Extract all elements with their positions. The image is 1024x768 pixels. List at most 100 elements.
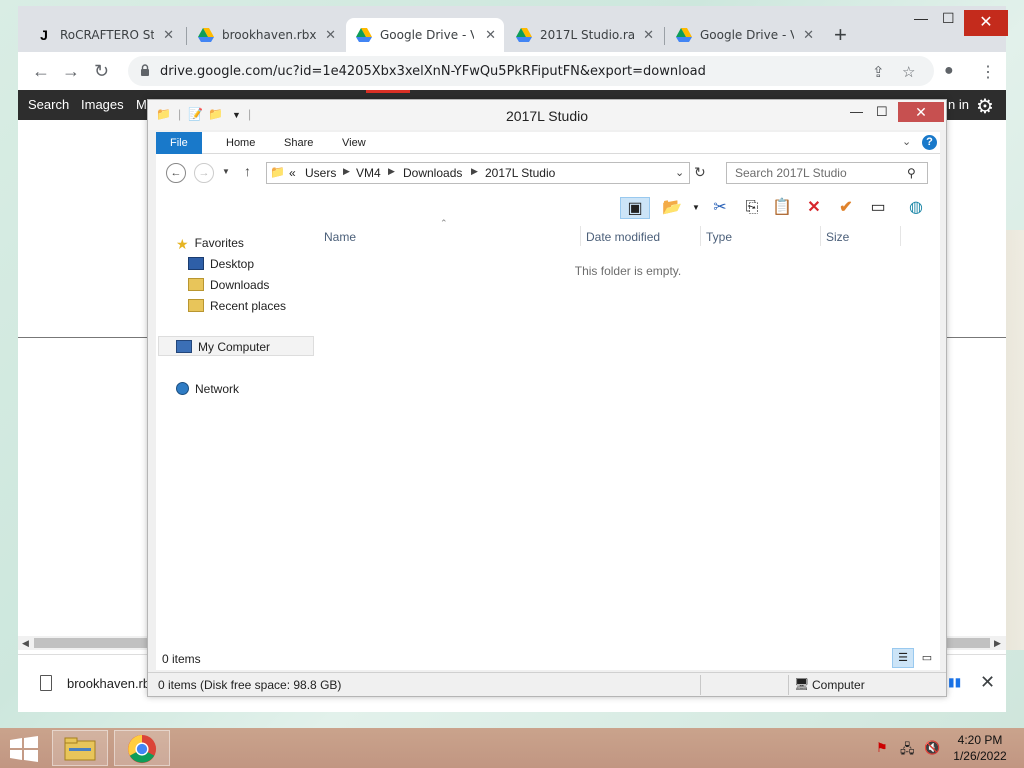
address-bar[interactable]: drive.google.com/uc?id=1e4205Xbx3xelXnN-… bbox=[128, 56, 934, 86]
column-divider[interactable] bbox=[700, 226, 701, 246]
breadcrumb-users[interactable]: Users bbox=[305, 166, 336, 180]
maximize-icon[interactable]: ☐ bbox=[942, 10, 955, 27]
preview-pane-icon[interactable]: ▣ bbox=[620, 197, 650, 219]
scroll-right-icon[interactable]: ▶ bbox=[994, 636, 1001, 650]
column-name[interactable]: Name bbox=[324, 230, 356, 244]
google-bar-images[interactable]: Images bbox=[81, 97, 124, 112]
google-bar-more[interactable]: M bbox=[136, 97, 147, 112]
desktop-icon bbox=[188, 257, 204, 270]
star-icon: ★ bbox=[176, 236, 189, 252]
breadcrumb-2017l-studio[interactable]: 2017L Studio bbox=[485, 166, 555, 180]
tab-brookhaven[interactable]: brookhaven.rbxlx ✕ bbox=[188, 18, 344, 52]
nav-favorites[interactable]: ★ Favorites bbox=[176, 236, 244, 252]
lock-icon bbox=[141, 64, 149, 76]
computer-icon bbox=[176, 340, 192, 353]
system-clock[interactable]: 4:20 PM 1/26/2022 bbox=[950, 732, 1010, 764]
file-explorer-icon bbox=[64, 737, 96, 761]
nav-desktop[interactable]: Desktop bbox=[188, 257, 254, 271]
tab-view[interactable]: View bbox=[328, 132, 380, 154]
breadcrumb-separator-icon[interactable]: ▶ bbox=[388, 166, 395, 177]
breadcrumb-separator-icon[interactable]: ▶ bbox=[343, 166, 350, 177]
tab-close-icon[interactable]: ✕ bbox=[163, 27, 174, 43]
volume-muted-icon[interactable]: 🔇 bbox=[924, 740, 940, 756]
globe-icon[interactable]: ◍ bbox=[904, 197, 928, 219]
nav-downloads[interactable]: Downloads bbox=[188, 278, 269, 292]
column-divider[interactable] bbox=[820, 226, 821, 246]
back-icon[interactable]: ← bbox=[166, 163, 186, 183]
breadcrumb-overflow[interactable]: « bbox=[289, 166, 296, 180]
tab-rocraftero[interactable]: J RoCRAFTERO Stu ✕ bbox=[26, 18, 182, 52]
menu-icon[interactable]: ⋮ bbox=[980, 62, 996, 82]
tab-close-icon[interactable]: ✕ bbox=[485, 27, 496, 43]
column-divider[interactable] bbox=[900, 226, 901, 246]
paste-icon[interactable]: 📋 bbox=[770, 197, 794, 219]
new-tab-button[interactable]: + bbox=[834, 24, 847, 46]
large-icons-view-icon[interactable]: ▭ bbox=[916, 648, 938, 668]
reload-icon[interactable]: ↻ bbox=[94, 62, 109, 80]
rename-icon[interactable]: ▭ bbox=[866, 197, 890, 219]
explorer-title-bar[interactable]: 📁 | 📝 📁 ▼ | 2017L Studio — ☐ ✕ bbox=[148, 100, 946, 130]
file-explorer-taskbar-button[interactable] bbox=[52, 730, 108, 766]
tab-title: brookhaven.rbxlx bbox=[222, 28, 316, 42]
breadcrumb-separator-icon[interactable]: ▶ bbox=[471, 166, 478, 177]
details-divider bbox=[700, 675, 701, 695]
windows-start-icon[interactable] bbox=[8, 736, 40, 762]
tab-home[interactable]: Home bbox=[212, 132, 269, 154]
tab-google-drive-active[interactable]: Google Drive - Vi ✕ bbox=[346, 18, 504, 52]
tab-close-icon[interactable]: ✕ bbox=[325, 27, 336, 43]
network-icon bbox=[176, 382, 189, 395]
tab-close-icon[interactable]: ✕ bbox=[643, 27, 654, 43]
nav-recent-places[interactable]: Recent places bbox=[188, 299, 286, 313]
cut-icon[interactable]: ✂ bbox=[708, 197, 732, 219]
search-icon[interactable]: ⚲ bbox=[907, 166, 916, 180]
help-icon[interactable]: ? bbox=[922, 135, 937, 150]
forward-icon[interactable]: → bbox=[62, 62, 80, 80]
chevron-down-icon[interactable]: ⌄ bbox=[675, 166, 684, 179]
tab-close-icon[interactable]: ✕ bbox=[803, 27, 814, 43]
chevron-down-icon[interactable]: ▼ bbox=[684, 197, 708, 219]
sign-in-link[interactable]: n in bbox=[948, 97, 969, 112]
checkmark-icon[interactable]: ✔ bbox=[834, 197, 858, 219]
search-input[interactable]: Search 2017L Studio ⚲ bbox=[726, 162, 928, 184]
delete-icon[interactable]: ✕ bbox=[802, 197, 826, 219]
copy-icon[interactable]: ⎘ bbox=[740, 197, 764, 219]
nav-label: Recent places bbox=[210, 299, 287, 313]
back-icon[interactable]: ← bbox=[32, 62, 50, 80]
window-close-button[interactable]: ✕ bbox=[964, 10, 1008, 36]
network-status-icon[interactable]: 🖧 bbox=[900, 740, 915, 762]
scroll-left-icon[interactable]: ◀ bbox=[22, 636, 29, 650]
recent-locations-icon[interactable]: ▼ bbox=[222, 167, 230, 176]
tab-google-drive[interactable]: Google Drive - Vi ✕ bbox=[666, 18, 822, 52]
refresh-icon[interactable]: ↻ bbox=[694, 164, 706, 181]
details-view-icon[interactable]: ☰ bbox=[892, 648, 914, 668]
close-icon[interactable]: ✕ bbox=[980, 672, 995, 693]
gear-icon[interactable]: ⚙ bbox=[976, 94, 994, 119]
minimize-icon[interactable]: — bbox=[850, 104, 863, 119]
tab-file[interactable]: File bbox=[156, 132, 202, 154]
column-date-modified[interactable]: Date modified bbox=[586, 230, 660, 244]
forward-icon[interactable]: → bbox=[194, 163, 214, 183]
nav-network[interactable]: Network bbox=[176, 382, 239, 396]
bookmark-star-icon[interactable]: ☆ bbox=[902, 63, 915, 81]
minimize-icon[interactable]: — bbox=[914, 10, 928, 26]
google-bar-search[interactable]: Search bbox=[28, 97, 69, 112]
column-type[interactable]: Type bbox=[706, 230, 732, 244]
profile-icon[interactable]: ● bbox=[944, 62, 954, 80]
breadcrumb-vm4[interactable]: VM4 bbox=[356, 166, 381, 180]
breadcrumb-downloads[interactable]: Downloads bbox=[403, 166, 462, 180]
folder-options-icon[interactable]: 📂 bbox=[660, 197, 684, 219]
expand-ribbon-icon[interactable]: ⌄ bbox=[902, 135, 911, 148]
maximize-icon[interactable]: ☐ bbox=[876, 104, 888, 120]
flag-alert-icon[interactable]: ⚑ bbox=[876, 740, 888, 756]
chrome-taskbar-button[interactable] bbox=[114, 730, 170, 766]
column-divider[interactable] bbox=[580, 226, 581, 246]
column-size[interactable]: Size bbox=[826, 230, 849, 244]
tab-2017l-studio-rar[interactable]: 2017L Studio.rar ✕ bbox=[506, 18, 662, 52]
download-filename[interactable]: brookhaven.rb bbox=[67, 676, 150, 691]
window-close-button[interactable]: ✕ bbox=[898, 102, 944, 122]
share-icon[interactable]: ⇪ bbox=[872, 63, 885, 81]
address-bar[interactable]: 📁 « Users ▶ VM4 ▶ Downloads ▶ 2017L Stud… bbox=[266, 162, 690, 184]
up-arrow-icon[interactable]: ↑ bbox=[244, 163, 251, 179]
nav-my-computer[interactable]: My Computer bbox=[176, 340, 270, 354]
tab-share[interactable]: Share bbox=[270, 132, 327, 154]
